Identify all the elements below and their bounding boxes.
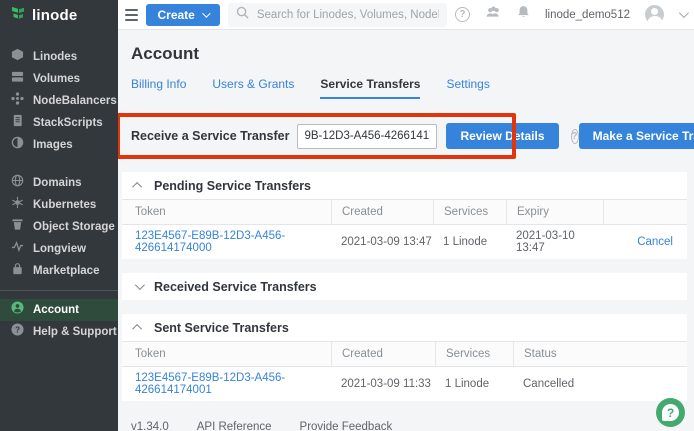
sent-created: 2021-03-09 11:33 bbox=[331, 378, 435, 390]
api-reference-link[interactable]: API Reference bbox=[197, 421, 272, 431]
tab-service-transfers[interactable]: Service Transfers bbox=[320, 77, 420, 99]
sent-transfers-header[interactable]: Sent Service Transfers bbox=[122, 314, 687, 341]
object-storage-bucket-icon bbox=[11, 218, 24, 236]
sent-status: Cancelled bbox=[513, 378, 687, 390]
make-service-transfer-button[interactable]: Make a Service Transfer bbox=[579, 123, 694, 149]
linode-logo[interactable]: linode bbox=[0, 0, 118, 30]
col-services: Services bbox=[435, 342, 513, 366]
sidebar-item-help-support[interactable]: ? Help & Support bbox=[0, 321, 118, 343]
volumes-disks-icon bbox=[11, 70, 24, 88]
create-button[interactable]: Create bbox=[146, 4, 220, 26]
sidebar: linode Linodes Volumes NodeBalancers Sta… bbox=[0, 0, 118, 431]
pending-expiry: 2021-03-10 13:47 bbox=[506, 230, 603, 254]
col-status: Status bbox=[513, 342, 687, 366]
kubernetes-helm-icon bbox=[11, 196, 24, 214]
received-transfers-panel: Received Service Transfers bbox=[122, 273, 687, 300]
username[interactable]: linode_demo512 bbox=[545, 9, 630, 21]
sidebar-item-images[interactable]: Images bbox=[0, 134, 118, 156]
sidebar-item-object-storage[interactable]: Object Storage bbox=[0, 216, 118, 238]
col-expiry: Expiry bbox=[506, 200, 603, 224]
sidebar-item-longview[interactable]: Longview bbox=[0, 238, 118, 260]
support-help-bubble-button[interactable]: ? bbox=[656, 398, 685, 427]
images-disc-icon bbox=[11, 136, 24, 154]
received-transfers-header[interactable]: Received Service Transfers bbox=[122, 273, 687, 300]
stackscripts-script-icon bbox=[11, 114, 24, 132]
help-circle-icon[interactable]: ? bbox=[455, 7, 470, 22]
sidebar-item-nodebalancers[interactable]: NodeBalancers bbox=[0, 90, 118, 112]
tab-settings[interactable]: Settings bbox=[446, 77, 489, 99]
sent-token-link[interactable]: 123E4567-E89B-12D3-A456-426614174001 bbox=[135, 372, 285, 396]
sidebar-nav: Linodes Volumes NodeBalancers StackScrip… bbox=[0, 30, 118, 343]
transfer-token-input[interactable] bbox=[297, 124, 437, 149]
tab-users-grants[interactable]: Users & Grants bbox=[212, 77, 294, 99]
pending-transfers-panel: Pending Service Transfers Token Created … bbox=[122, 172, 687, 259]
pending-table-header: Token Created Services Expiry bbox=[122, 199, 687, 225]
sent-table-header: Token Created Services Status bbox=[122, 341, 687, 367]
search-input[interactable] bbox=[257, 9, 439, 21]
sidebar-item-kubernetes[interactable]: Kubernetes bbox=[0, 194, 118, 216]
col-token: Token bbox=[122, 342, 331, 366]
sent-transfers-panel: Sent Service Transfers Token Created Ser… bbox=[122, 314, 687, 401]
receive-transfer-label: Receive a Service Transfer bbox=[131, 129, 289, 143]
col-token: Token bbox=[122, 200, 331, 224]
menu-hamburger-icon[interactable] bbox=[125, 9, 138, 21]
col-created: Created bbox=[331, 342, 435, 366]
help-question-icon: ? bbox=[11, 323, 24, 341]
user-menu-chevron-icon[interactable] bbox=[679, 8, 689, 18]
sidebar-item-account[interactable]: Account bbox=[0, 299, 118, 321]
topbar: Create ? linode_demo512 bbox=[118, 0, 694, 30]
sidebar-item-stackscripts[interactable]: StackScripts bbox=[0, 112, 118, 134]
transfer-help-icon[interactable]: ? bbox=[571, 129, 579, 144]
linode-logo-icon bbox=[10, 5, 26, 26]
community-people-icon[interactable] bbox=[485, 6, 502, 24]
review-details-button[interactable]: Review Details bbox=[446, 123, 558, 149]
sent-services: 1 Linode bbox=[435, 378, 513, 390]
tab-billing-info[interactable]: Billing Info bbox=[131, 77, 186, 99]
receive-transfer-section: Receive a Service Transfer Review Detail… bbox=[122, 114, 687, 158]
col-services: Services bbox=[433, 200, 506, 224]
sidebar-item-domains[interactable]: Domains bbox=[0, 172, 118, 194]
notifications-bell-icon[interactable] bbox=[517, 5, 530, 24]
version-link[interactable]: v1.34.0 bbox=[131, 421, 169, 431]
sidebar-divider bbox=[0, 290, 118, 291]
pending-token-link[interactable]: 123E4567-E89B-12D3-A456-426614174000 bbox=[135, 230, 285, 254]
marketplace-bag-icon bbox=[11, 262, 24, 280]
pending-table-row: 123E4567-E89B-12D3-A456-426614174000 202… bbox=[122, 225, 687, 259]
account-person-icon bbox=[11, 301, 24, 319]
col-actions bbox=[603, 200, 687, 224]
linodes-cube-icon bbox=[11, 48, 24, 66]
sent-table-row: 123E4567-E89B-12D3-A456-426614174001 202… bbox=[122, 367, 687, 401]
nodebalancers-nodes-icon bbox=[11, 92, 24, 110]
sidebar-item-volumes[interactable]: Volumes bbox=[0, 68, 118, 90]
pending-created: 2021-03-09 13:47 bbox=[331, 236, 433, 248]
longview-pulse-icon bbox=[11, 240, 24, 258]
collapse-chevron-icon bbox=[132, 182, 142, 192]
global-search[interactable] bbox=[228, 3, 447, 27]
chevron-down-icon bbox=[202, 9, 210, 17]
sidebar-item-marketplace[interactable]: Marketplace bbox=[0, 260, 118, 282]
question-mark-icon: ? bbox=[662, 404, 679, 421]
page-title: Account bbox=[131, 44, 687, 64]
account-tabs: Billing Info Users & Grants Service Tran… bbox=[131, 77, 687, 99]
sidebar-item-linodes[interactable]: Linodes bbox=[0, 46, 118, 68]
footer: v1.34.0 API Reference Provide Feedback bbox=[131, 421, 687, 431]
svg-text:?: ? bbox=[15, 324, 20, 334]
brand-name: linode bbox=[32, 7, 77, 24]
user-avatar[interactable] bbox=[645, 5, 664, 24]
expand-chevron-icon bbox=[135, 280, 145, 290]
domains-globe-icon bbox=[11, 174, 24, 192]
main-content: Account Billing Info Users & Grants Serv… bbox=[118, 30, 694, 431]
provide-feedback-link[interactable]: Provide Feedback bbox=[300, 421, 393, 431]
collapse-chevron-icon bbox=[132, 324, 142, 334]
pending-transfers-header[interactable]: Pending Service Transfers bbox=[122, 172, 687, 199]
cancel-transfer-link[interactable]: Cancel bbox=[637, 236, 673, 248]
col-created: Created bbox=[331, 200, 433, 224]
pending-services: 1 Linode bbox=[433, 236, 506, 248]
search-icon bbox=[236, 6, 249, 24]
